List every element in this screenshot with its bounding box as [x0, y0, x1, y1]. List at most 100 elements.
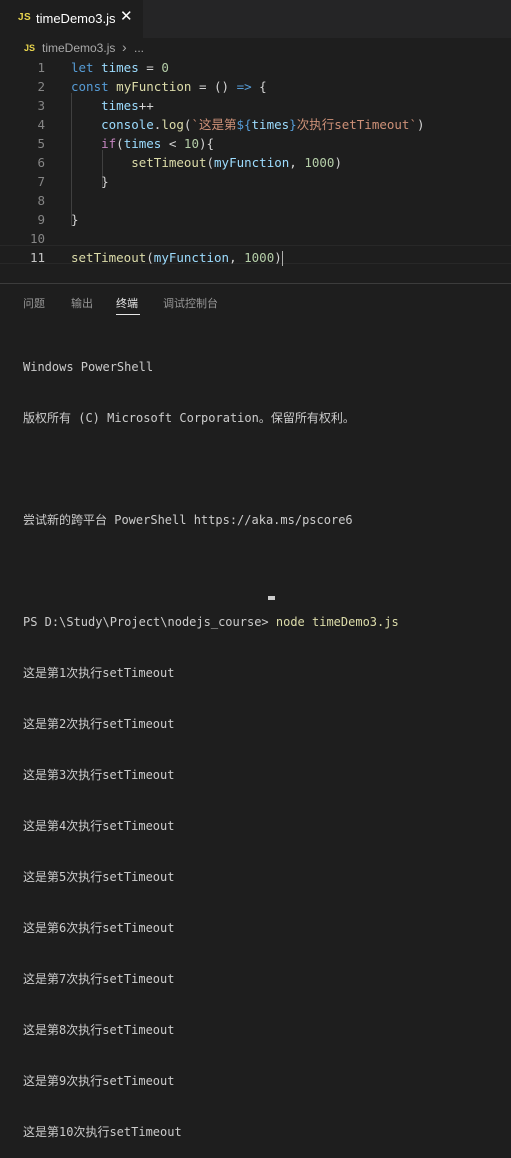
- code-token: myFunction: [153, 250, 230, 265]
- code-line[interactable]: 1 let times = 0: [0, 58, 511, 77]
- code-line[interactable]: 9}: [0, 210, 511, 229]
- code-token: ++: [138, 98, 154, 113]
- text-cursor: [281, 251, 283, 266]
- code-text: const myFunction = () => {: [71, 77, 267, 96]
- terminal-line: 这是第7次执行setTimeout: [23, 972, 175, 986]
- terminal-line: 这是第4次执行setTimeout: [23, 819, 175, 833]
- code-line[interactable]: 7 }: [0, 172, 511, 191]
- code-token: 0: [161, 60, 169, 75]
- code-token: times: [251, 117, 290, 132]
- code-token: ): [274, 250, 282, 265]
- code-line[interactable]: 11 setTimeout(myFunction, 1000): [0, 248, 511, 267]
- code-token: =: [138, 60, 162, 75]
- line-number: 9: [37, 212, 45, 227]
- breadcrumb-symbol[interactable]: ...: [134, 41, 144, 55]
- terminal-line: 这是第10次执行setTimeout: [23, 1125, 182, 1139]
- code-token: setTimeout: [71, 250, 147, 265]
- code-token: `这是第: [191, 117, 237, 132]
- code-token: 1000: [244, 250, 275, 265]
- line-number: 11: [29, 250, 45, 265]
- code-token: if: [101, 136, 117, 151]
- terminal-line: 这是第8次执行setTimeout: [23, 1023, 175, 1037]
- terminal-line: 这是第6次执行setTimeout: [23, 921, 175, 935]
- code-line[interactable]: 6 setTimeout(myFunction, 1000): [0, 153, 511, 172]
- code-token: ${: [236, 117, 252, 132]
- line-number: 1: [37, 60, 45, 75]
- tab-problems[interactable]: 问题: [23, 295, 45, 311]
- tab-debug-console[interactable]: 调试控制台: [163, 295, 218, 311]
- code-line[interactable]: 10: [0, 229, 511, 248]
- code-text: if(times < 10){: [71, 134, 214, 153]
- javascript-file-icon: JS: [24, 43, 36, 53]
- code-line[interactable]: 4 console.log(`这是第${times}次执行setTimeout`…: [0, 115, 511, 134]
- terminal-prompt-line: PS D:\Study\Project\nodejs_course> node …: [23, 614, 511, 631]
- code-text: }: [71, 172, 109, 191]
- terminal-line: 这是第5次执行setTimeout: [23, 870, 175, 884]
- chevron-right-icon: ›: [122, 39, 127, 55]
- terminal-cursor: [268, 596, 275, 600]
- code-token: const: [71, 79, 109, 94]
- code-token: myFunction: [116, 79, 192, 94]
- code-token: times: [101, 98, 139, 113]
- terminal-line: 版权所有 (C) Microsoft Corporation。保留所有权利。: [23, 411, 355, 425]
- code-token: setTimeout: [131, 155, 207, 170]
- code-token: ,: [289, 155, 305, 170]
- terminal-line: 这是第3次执行setTimeout: [23, 768, 175, 782]
- code-token: ): [417, 117, 425, 132]
- terminal-line: 这是第2次执行setTimeout: [23, 717, 175, 731]
- code-token: }: [71, 212, 79, 227]
- line-number: 6: [37, 155, 45, 170]
- code-token: console: [101, 117, 154, 132]
- code-token: times: [101, 60, 139, 75]
- code-token: myFunction: [214, 155, 290, 170]
- tab-timedemo3[interactable]: JS timeDemo3.js ✕: [0, 0, 143, 38]
- code-line[interactable]: 8: [0, 191, 511, 210]
- line-number: 7: [37, 174, 45, 189]
- breadcrumb-file[interactable]: timeDemo3.js: [42, 41, 115, 55]
- code-text: console.log(`这是第${times}次执行setTimeout`): [71, 115, 425, 134]
- code-token: (: [146, 250, 154, 265]
- editor-tab-bar: JS timeDemo3.js ✕: [0, 0, 511, 38]
- code-line[interactable]: 5 if(times < 10){: [0, 134, 511, 153]
- code-token: ): [334, 155, 342, 170]
- line-number: 3: [37, 98, 45, 113]
- active-tab-indicator: [116, 314, 140, 315]
- terminal-line: 尝试新的跨平台 PowerShell https://aka.ms/pscore…: [23, 513, 353, 527]
- close-icon[interactable]: ✕: [120, 9, 133, 25]
- code-token: log: [161, 117, 184, 132]
- tab-terminal[interactable]: 终端: [116, 295, 138, 311]
- code-token: {: [251, 79, 267, 94]
- code-token: = (): [191, 79, 237, 94]
- line-number: 8: [37, 193, 45, 208]
- code-token: <: [161, 136, 184, 151]
- terminal-line: 这是第9次执行setTimeout: [23, 1074, 175, 1088]
- code-text: setTimeout(myFunction, 1000): [71, 248, 283, 267]
- code-editor[interactable]: 1 let times = 0 2 const myFunction = () => …: [0, 55, 511, 273]
- code-text: }: [71, 210, 79, 229]
- terminal-prompt: PS D:\Study\Project\nodejs_course>: [23, 615, 276, 629]
- line-number: 10: [29, 231, 45, 246]
- code-line[interactable]: 2 const myFunction = () => {: [0, 77, 511, 96]
- code-text: let times = 0: [71, 58, 169, 77]
- code-text: times++: [71, 96, 154, 115]
- code-token: let: [71, 60, 94, 75]
- terminal-line: Windows PowerShell: [23, 360, 154, 374]
- code-token: =>: [236, 79, 252, 94]
- code-token: 10: [183, 136, 199, 151]
- panel-tab-bar: 问题 输出 终端 调试控制台: [0, 284, 511, 318]
- code-line[interactable]: 3 times++: [0, 96, 511, 115]
- tab-output[interactable]: 输出: [71, 295, 93, 311]
- code-token: (: [116, 136, 124, 151]
- code-token: ,: [229, 250, 245, 265]
- terminal-command: node timeDemo3.js: [275, 615, 399, 629]
- terminal-output[interactable]: Windows PowerShell 版权所有 (C) Microsoft Co…: [23, 325, 511, 1158]
- code-token: ){: [198, 136, 215, 151]
- javascript-file-icon: JS: [18, 12, 32, 23]
